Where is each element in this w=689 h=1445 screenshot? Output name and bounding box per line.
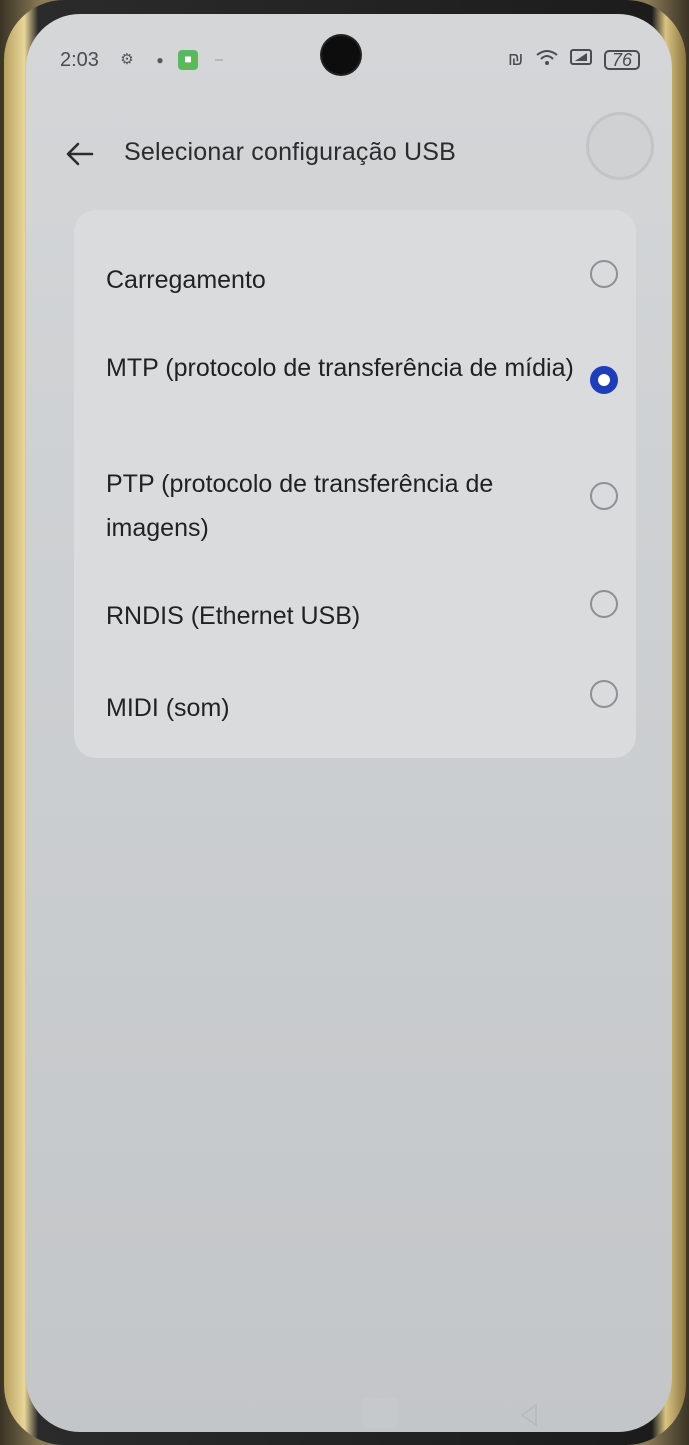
- usb-option-ptp[interactable]: PTP (protocolo de transferência de image…: [98, 458, 618, 550]
- triangle-back-icon: [520, 1403, 537, 1427]
- usb-option-mtp[interactable]: MTP (protocolo de transferência de mídia…: [98, 336, 618, 432]
- status-time: 2:03: [60, 49, 99, 71]
- nfc-icon: ₪: [507, 49, 524, 70]
- app-icon: ■: [178, 50, 198, 70]
- photo-background: 2:03 ⚙ ● ■ – ₪ 76 Selecionar configuraçã…: [0, 0, 689, 1445]
- option-label: Carregamento: [106, 266, 266, 294]
- page-title: Selecionar configuração USB: [124, 138, 456, 166]
- option-label: RNDIS (Ethernet USB): [106, 602, 361, 630]
- more-icon: –: [214, 51, 224, 68]
- radio-midi[interactable]: [590, 680, 618, 708]
- usb-option-charging[interactable]: Carregamento: [98, 236, 618, 312]
- radio-rndis[interactable]: [590, 590, 618, 618]
- option-label: PTP (protocolo de transferência de image…: [106, 470, 494, 542]
- usb-option-midi[interactable]: MIDI (som): [98, 664, 618, 734]
- front-camera: [322, 36, 360, 74]
- arrow-left-icon: [66, 142, 94, 166]
- floating-circle-button[interactable]: [586, 112, 654, 180]
- page-header: Selecionar configuração USB: [54, 112, 654, 192]
- battery-icon: 76: [603, 49, 640, 70]
- option-label: MTP (protocolo de transferência de mídia…: [106, 354, 574, 382]
- radio-charging[interactable]: [590, 260, 618, 288]
- phone-frame: 2:03 ⚙ ● ■ – ₪ 76 Selecionar configuraçã…: [4, 0, 686, 1445]
- status-right-group: ₪ 76: [502, 48, 640, 74]
- usb-options-card: Carregamento MTP (protocolo de transferê…: [74, 210, 636, 758]
- gear-icon: ⚙: [120, 51, 134, 68]
- option-label: MIDI (som): [106, 694, 230, 722]
- radio-mtp[interactable]: [590, 366, 618, 394]
- phone-screen: 2:03 ⚙ ● ■ – ₪ 76 Selecionar configuraçã…: [26, 14, 672, 1432]
- usb-option-rndis[interactable]: RNDIS (Ethernet USB): [98, 566, 618, 648]
- bug-icon: ●: [156, 53, 164, 67]
- nav-home-button[interactable]: [362, 1398, 398, 1428]
- wifi-icon: [535, 48, 559, 71]
- radio-ptp[interactable]: [590, 482, 618, 510]
- back-button[interactable]: [58, 132, 102, 176]
- signal-icon: [570, 48, 593, 71]
- nav-back-button[interactable]: [516, 1402, 542, 1428]
